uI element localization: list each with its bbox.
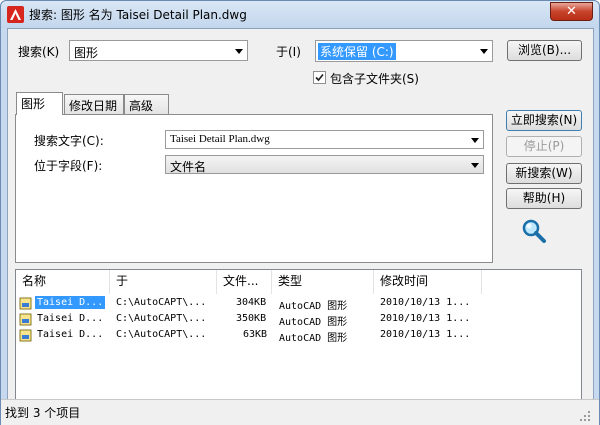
row-name: Taisei D... bbox=[37, 313, 104, 324]
row-modified: 2010/10/13 1... bbox=[380, 297, 471, 308]
chevron-down-icon bbox=[471, 138, 479, 143]
checkmark-icon bbox=[315, 73, 324, 82]
find-now-button[interactable]: 立即搜索(N) bbox=[506, 110, 582, 131]
status-bar: 找到 3 个项目 bbox=[1, 399, 599, 425]
field-value: 文件名 bbox=[170, 160, 207, 174]
row-type: AutoCAD 图形 bbox=[279, 333, 348, 344]
close-button[interactable]: ✕ bbox=[550, 2, 593, 21]
chevron-down-icon bbox=[471, 163, 479, 168]
row-type: AutoCAD 图形 bbox=[279, 301, 348, 312]
table-row[interactable]: Taisei D... C:\AutoCAPT\... 63KB AutoCAD… bbox=[16, 328, 581, 344]
tab-drawing-label: 图形 bbox=[21, 97, 46, 111]
chevron-down-icon bbox=[480, 49, 488, 54]
tab-advanced[interactable]: 高级 bbox=[124, 94, 169, 114]
new-search-button[interactable]: 新搜索(W) bbox=[506, 163, 582, 184]
tab-drawing[interactable]: 图形 bbox=[16, 92, 63, 115]
search-in-label: 于(I) bbox=[276, 45, 301, 59]
row-modified: 2010/10/13 1... bbox=[380, 313, 471, 324]
column-header-filler bbox=[482, 270, 581, 294]
search-text-combo[interactable]: Taisei Detail Plan.dwg bbox=[165, 130, 484, 149]
tab-modified-date[interactable]: 修改日期 bbox=[64, 94, 124, 114]
dwg-file-icon bbox=[19, 313, 32, 326]
table-row[interactable]: Taisei D... C:\AutoCAPT\... 304KB AutoCA… bbox=[16, 296, 581, 312]
row-size: 350KB bbox=[236, 313, 267, 324]
row-type: AutoCAD 图形 bbox=[279, 317, 348, 328]
field-dropdown[interactable]: 文件名 bbox=[165, 155, 484, 174]
dwg-file-icon bbox=[19, 329, 32, 342]
magnifier-icon bbox=[522, 219, 546, 243]
title-bar[interactable]: 搜索: 图形 名为 Taisei Detail Plan.dwg ✕ bbox=[1, 1, 599, 28]
column-header-modified[interactable]: 修改时间 bbox=[374, 270, 482, 294]
column-header-name[interactable]: 名称 bbox=[16, 270, 110, 294]
row-name: Taisei D... bbox=[37, 329, 104, 340]
tab-modified-date-label: 修改日期 bbox=[69, 99, 118, 113]
include-subfolders-checkbox[interactable] bbox=[313, 71, 326, 84]
table-row[interactable]: Taisei D... C:\AutoCAPT\... 350KB AutoCA… bbox=[16, 312, 581, 328]
include-subfolders-label: 包含子文件夹(S) bbox=[330, 72, 419, 86]
column-header-size[interactable]: 文件... bbox=[217, 270, 272, 294]
column-header-type[interactable]: 类型 bbox=[272, 270, 374, 294]
search-dialog: 搜索: 图形 名为 Taisei Detail Plan.dwg ✕ 搜索(K)… bbox=[0, 0, 600, 425]
tab-advanced-label: 高级 bbox=[129, 99, 154, 113]
column-header-in[interactable]: 于 bbox=[110, 270, 217, 294]
dialog-client-area: 搜索(K) 图形 于(I) 系统保留 (C:) 浏览(B)... 包含子文件夹(… bbox=[7, 28, 594, 421]
help-button[interactable]: 帮助(H) bbox=[506, 188, 582, 209]
field-label: 位于字段(F): bbox=[34, 159, 103, 173]
row-in: C:\AutoCAPT\... bbox=[116, 297, 207, 308]
search-in-value: 系统保留 (C:) bbox=[318, 43, 396, 60]
row-name: Taisei D... bbox=[35, 296, 106, 309]
chevron-down-icon bbox=[235, 49, 243, 54]
drawing-tab-panel: 搜索文字(C): Taisei Detail Plan.dwg 位于字段(F):… bbox=[15, 114, 493, 263]
search-type-value: 图形 bbox=[74, 46, 99, 60]
row-modified: 2010/10/13 1... bbox=[380, 329, 471, 340]
search-type-dropdown[interactable]: 图形 bbox=[69, 40, 248, 61]
stop-button[interactable]: 停止(P) bbox=[506, 136, 582, 157]
resize-grip-icon[interactable] bbox=[579, 410, 591, 422]
search-type-label: 搜索(K) bbox=[18, 45, 60, 59]
row-size: 63KB bbox=[243, 329, 268, 340]
close-icon: ✕ bbox=[566, 4, 577, 19]
search-in-dropdown[interactable]: 系统保留 (C:) bbox=[315, 40, 493, 62]
status-text: 找到 3 个项目 bbox=[5, 406, 81, 420]
row-size: 304KB bbox=[236, 297, 267, 308]
row-in: C:\AutoCAPT\... bbox=[116, 313, 207, 324]
row-in: C:\AutoCAPT\... bbox=[116, 329, 207, 340]
browse-button[interactable]: 浏览(B)... bbox=[507, 40, 582, 61]
search-text-label: 搜索文字(C): bbox=[34, 134, 104, 148]
autocad-app-icon bbox=[7, 6, 24, 23]
dwg-file-icon bbox=[19, 297, 32, 310]
search-text-value: Taisei Detail Plan.dwg bbox=[170, 133, 270, 145]
window-title: 搜索: 图形 名为 Taisei Detail Plan.dwg bbox=[29, 8, 247, 22]
